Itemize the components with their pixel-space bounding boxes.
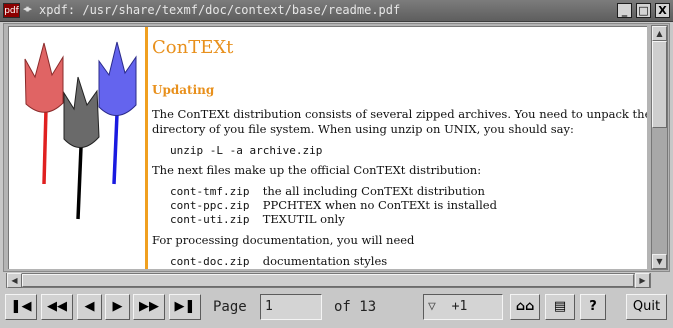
zoom-value: +1 <box>451 299 468 314</box>
double-left-arrow-icon: ◀◀ <box>47 299 67 314</box>
file-name: cont-ppc.zip <box>170 199 250 212</box>
binoculars-icon: ⌂⌂ <box>515 299 535 314</box>
maximize-button[interactable]: □ <box>636 3 651 18</box>
file-list-item: cont-doc.zip documentation styles <box>170 254 387 269</box>
forward-10-pages-button[interactable]: ▶▶ <box>133 294 165 320</box>
gray-tulip-flower <box>63 76 100 148</box>
close-button[interactable]: X <box>655 3 670 18</box>
title-bar[interactable]: pdf ◂▸ xpdf: /usr/share/texmf/doc/contex… <box>0 0 673 22</box>
scroll-left-arrow-icon[interactable]: ◀ <box>7 273 22 288</box>
double-right-arrow-icon: ▶▶ <box>139 299 159 314</box>
last-page-icon: ▶❚ <box>174 299 196 314</box>
scroll-up-arrow-icon[interactable]: ▲ <box>652 26 667 41</box>
first-page-button[interactable]: ❚◀ <box>5 294 37 320</box>
file-name: cont-uti.zip <box>170 213 250 226</box>
chevron-down-icon: ▽ <box>428 299 436 314</box>
paragraph-line: The ConTEXt distribution consists of sev… <box>152 107 647 121</box>
file-list-item: cont-uti.zip TEXUTIL only <box>170 212 345 227</box>
vertical-scroll-thumb[interactable] <box>652 41 667 128</box>
find-button[interactable]: ⌂⌂ <box>510 294 540 320</box>
page-label: Page <box>213 299 247 315</box>
help-icon: ? <box>589 299 597 314</box>
code-command: unzip -L -a archive.zip <box>170 144 323 157</box>
go-to-end-button[interactable]: ▶❚ <box>169 294 201 320</box>
file-name: cont-tmf.zip <box>170 185 250 198</box>
zoom-select[interactable]: ▽ +1 <box>423 294 503 320</box>
blue-tulip-flower <box>98 41 137 116</box>
file-description: the all including ConTEXt distribution <box>262 184 485 198</box>
file-description: TEXUTIL only <box>262 212 345 226</box>
red-tulip-flower <box>24 42 64 113</box>
vertical-scrollbar[interactable]: ▲ ▼ <box>651 25 668 270</box>
xpdf-app-icon[interactable]: pdf <box>3 3 20 18</box>
back-10-pages-button[interactable]: ◀◀ <box>41 294 73 320</box>
gray-tulip-stem <box>76 146 83 220</box>
toolbar: ❚◀ ◀◀ ◀ ▶ ▶▶ ▶❚ Page 1 of 13 ▽ +1 ⌂⌂ ▤ ?… <box>0 290 673 328</box>
window-title: xpdf: /usr/share/texmf/doc/context/base/… <box>39 3 401 17</box>
tulips-logo <box>24 41 137 220</box>
page-number-input[interactable]: 1 <box>260 294 322 320</box>
file-description: documentation styles <box>262 254 388 268</box>
paragraph-line: The next files make up the official ConT… <box>152 163 482 177</box>
right-arrow-icon: ▶ <box>112 299 123 314</box>
minimize-button[interactable]: _ <box>617 3 632 18</box>
left-arrow-icon: ◀ <box>84 299 95 314</box>
window-menu-arrows-icon[interactable]: ◂▸ <box>23 2 32 15</box>
red-tulip-stem <box>42 108 48 185</box>
scroll-down-arrow-icon[interactable]: ▼ <box>652 254 667 269</box>
file-list-item: cont-ppc.zip PPCHTEX when no ConTEXt is … <box>170 198 497 213</box>
first-page-icon: ❚◀ <box>10 299 32 314</box>
horizontal-scrollbar[interactable]: ◀ ▶ <box>6 273 651 288</box>
doc-title: ConTEXt <box>152 37 234 58</box>
next-page-button[interactable]: ▶ <box>105 294 130 320</box>
paragraph-line: directory of you file system. When using… <box>152 122 574 136</box>
horizontal-scroll-thumb[interactable] <box>22 274 634 287</box>
page-count-label: of 13 <box>334 299 377 315</box>
file-list-item: cont-tmf.zip the all including ConTEXt d… <box>170 184 485 199</box>
paragraph-line: For processing documentation, you will n… <box>152 233 415 247</box>
file-name: cont-doc.zip <box>170 255 250 268</box>
pdf-page-view[interactable]: ConTEXt Updating The ConTEXt distributio… <box>8 26 647 269</box>
blue-tulip-stem <box>112 113 119 185</box>
print-button[interactable]: ▤ <box>545 294 575 320</box>
printer-icon: ▤ <box>553 299 567 314</box>
file-description: PPCHTEX when no ConTEXt is installed <box>262 198 497 212</box>
accent-rule <box>145 27 148 269</box>
about-button[interactable]: ? <box>580 294 606 320</box>
scroll-right-arrow-icon[interactable]: ▶ <box>635 273 650 288</box>
previous-page-button[interactable]: ◀ <box>77 294 102 320</box>
quit-button[interactable]: Quit <box>626 294 667 320</box>
section-heading: Updating <box>152 83 215 97</box>
